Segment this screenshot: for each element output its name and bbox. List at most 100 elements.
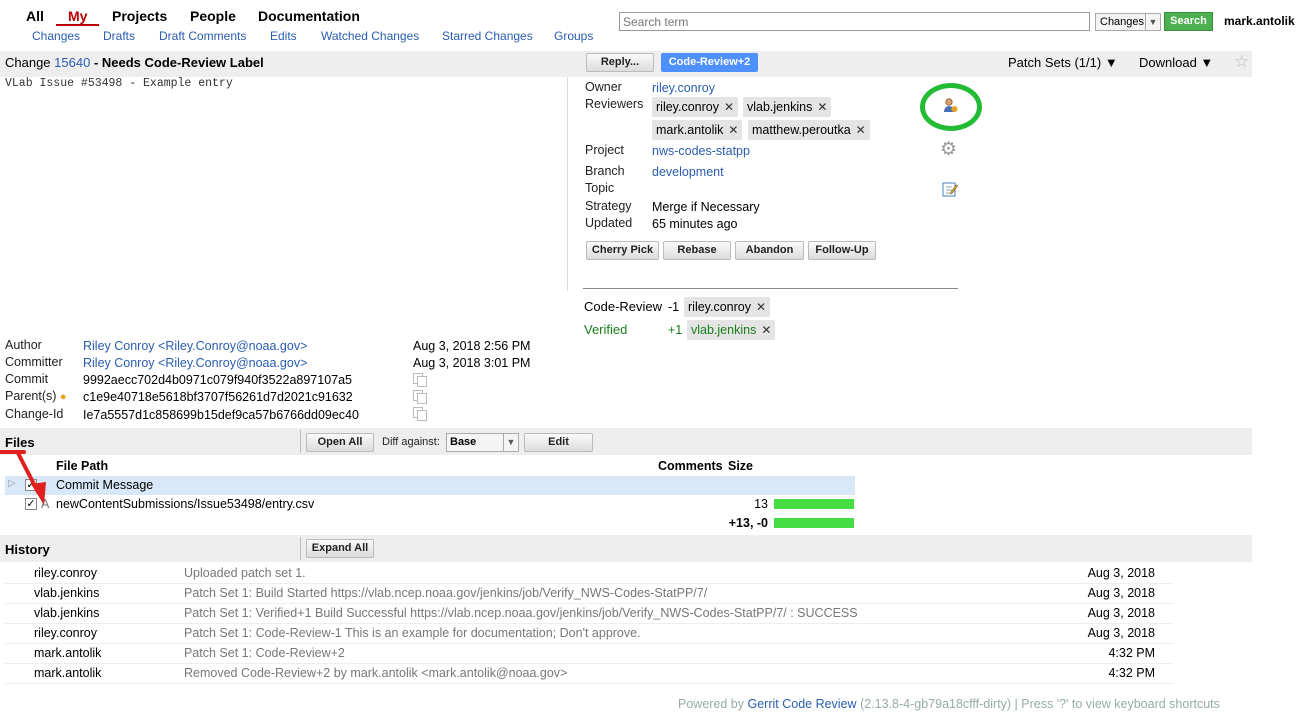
menu-underline [56,24,99,26]
col-file-path: File Path [56,459,109,473]
close-icon[interactable]: ✕ [728,123,738,137]
history-message: Uploaded patch set 1. [184,566,306,580]
file-path[interactable]: newContentSubmissions/Issue53498/entry.c… [56,497,314,511]
diff-base-select[interactable]: Base ▼ [446,433,519,452]
committer-link[interactable]: Riley Conroy <Riley.Conroy@noaa.gov> [83,356,307,370]
close-icon[interactable]: ✕ [724,100,734,114]
submenu-groups[interactable]: Groups [554,29,593,43]
change-id-label: Change-Id [5,407,64,421]
chevron-down-icon: ▼ [1145,14,1160,30]
voter-name[interactable]: riley.conroy [688,300,751,314]
cherry-pick-button[interactable]: Cherry Pick [586,241,659,260]
close-icon[interactable]: ✕ [761,323,771,337]
history-date: Aug 3, 2018 [1087,606,1155,620]
edit-icon[interactable] [942,181,958,197]
close-icon[interactable]: ✕ [756,300,766,314]
star-icon[interactable]: ☆ [1234,52,1249,72]
close-icon[interactable]: ✕ [817,100,827,114]
reviewer-name[interactable]: vlab.jenkins [747,100,812,114]
code-review-plus2-button[interactable]: Code-Review+2 [661,53,758,72]
history-author[interactable]: vlab.jenkins [34,584,99,603]
history-row[interactable]: vlab.jenkins Patch Set 1: Build Started h… [5,584,1173,604]
change-prefix: Change [5,55,51,70]
history-author[interactable]: vlab.jenkins [34,604,99,623]
gerrit-link[interactable]: Gerrit Code Review [748,697,857,711]
reviewer-name[interactable]: riley.conroy [656,100,719,114]
labels-divider [583,288,958,289]
close-icon[interactable]: ✕ [856,123,866,137]
abandon-button[interactable]: Abandon [735,241,804,260]
reviewer-name[interactable]: mark.antolik [656,123,723,137]
history-author[interactable]: riley.conroy [34,624,97,643]
user-menu[interactable]: mark.antolik [1224,14,1295,28]
rebase-button[interactable]: Rebase [663,241,731,260]
submenu-starred[interactable]: Starred Changes [442,29,533,43]
verified-score: +1 [668,323,683,337]
reviewer-chip: mark.antolik ✕ [652,120,743,140]
author-link[interactable]: Riley Conroy <Riley.Conroy@noaa.gov> [83,339,307,353]
reviewer-name[interactable]: matthew.peroutka [752,123,851,137]
history-header-bar [0,535,1252,562]
history-author[interactable]: mark.antolik [34,644,101,663]
menu-projects[interactable]: Projects [112,8,167,24]
menu-people[interactable]: People [190,8,236,24]
diff-base-value: Base [450,436,477,448]
search-scope-select[interactable]: Changes ▼ [1095,13,1161,31]
topic-label: Topic [585,181,615,195]
add-reviewer-icon[interactable] [942,97,958,113]
chevron-down-icon: ▼ [503,434,518,451]
search-button[interactable]: Search [1164,12,1213,31]
download-dropdown[interactable]: Download ▼ [1139,55,1213,70]
submenu-edits[interactable]: Edits [270,29,297,43]
history-row[interactable]: vlab.jenkins Patch Set 1: Verified+1 Buil… [5,604,1173,624]
copy-icon[interactable] [413,390,427,404]
file-path[interactable]: Commit Message [56,478,153,492]
owner-link[interactable]: riley.conroy [652,81,715,95]
footer: Powered by Gerrit Code Review (2.13.8-4-… [678,697,1220,711]
expand-all-button[interactable]: Expand All [306,539,374,558]
col-size: Size [728,459,754,473]
submenu-drafts[interactable]: Drafts [103,29,135,43]
file-size: 13 [754,497,768,511]
project-link[interactable]: nws-codes-statpp [652,144,750,158]
branch-link[interactable]: development [652,165,724,179]
history-message: Removed Code-Review+2 by mark.antolik <m… [184,666,568,680]
total-size: +13, -0 [728,516,768,530]
diff-against-label: Diff against: [382,436,440,448]
menu-all[interactable]: All [26,8,44,24]
copy-icon[interactable] [413,373,427,387]
patch-sets-dropdown[interactable]: Patch Sets (1/1) ▼ [1008,55,1118,70]
history-row[interactable]: mark.antolik Removed Code-Review+2 by mar… [5,664,1173,684]
verified-label: Verified [584,322,628,337]
info-panel-divider [567,77,568,291]
history-message: Patch Set 1: Build Started https://vlab.… [184,586,708,600]
edit-button[interactable]: Edit [524,433,593,452]
history-row[interactable]: riley.conroy Uploaded patch set 1. Aug 3, … [5,564,1173,584]
footer-powered: Powered by [678,697,745,711]
follow-up-button[interactable]: Follow-Up [808,241,876,260]
code-review-score: -1 [668,300,680,314]
menu-documentation[interactable]: Documentation [258,8,360,24]
menu-my[interactable]: My [68,8,87,24]
submenu-watched[interactable]: Watched Changes [321,29,419,43]
strategy-label: Strategy [585,199,632,213]
submenu-draft-comments[interactable]: Draft Comments [159,29,246,43]
copy-icon[interactable] [413,407,427,421]
open-all-button[interactable]: Open All [306,433,374,452]
history-author[interactable]: riley.conroy [34,564,97,583]
history-bar-divider [300,537,301,560]
history-row[interactable]: mark.antolik Patch Set 1: Code-Review+2 4:… [5,644,1173,664]
reply-button[interactable]: Reply... [586,53,654,72]
submenu-changes[interactable]: Changes [32,29,80,43]
committer-date: Aug 3, 2018 3:01 PM [413,356,531,370]
voter-name[interactable]: vlab.jenkins [691,323,756,337]
reviewer-chip: riley.conroy ✕ [652,97,739,117]
history-row[interactable]: riley.conroy Patch Set 1: Code-Review-1 T… [5,624,1173,644]
project-label: Project [585,143,624,157]
gear-icon[interactable]: ⚙ [940,140,957,159]
history-author[interactable]: mark.antolik [34,664,101,683]
size-bar [774,499,854,509]
col-comments: Comments [658,459,723,473]
change-number-link[interactable]: 15640 [54,55,90,70]
search-input[interactable] [619,12,1090,31]
